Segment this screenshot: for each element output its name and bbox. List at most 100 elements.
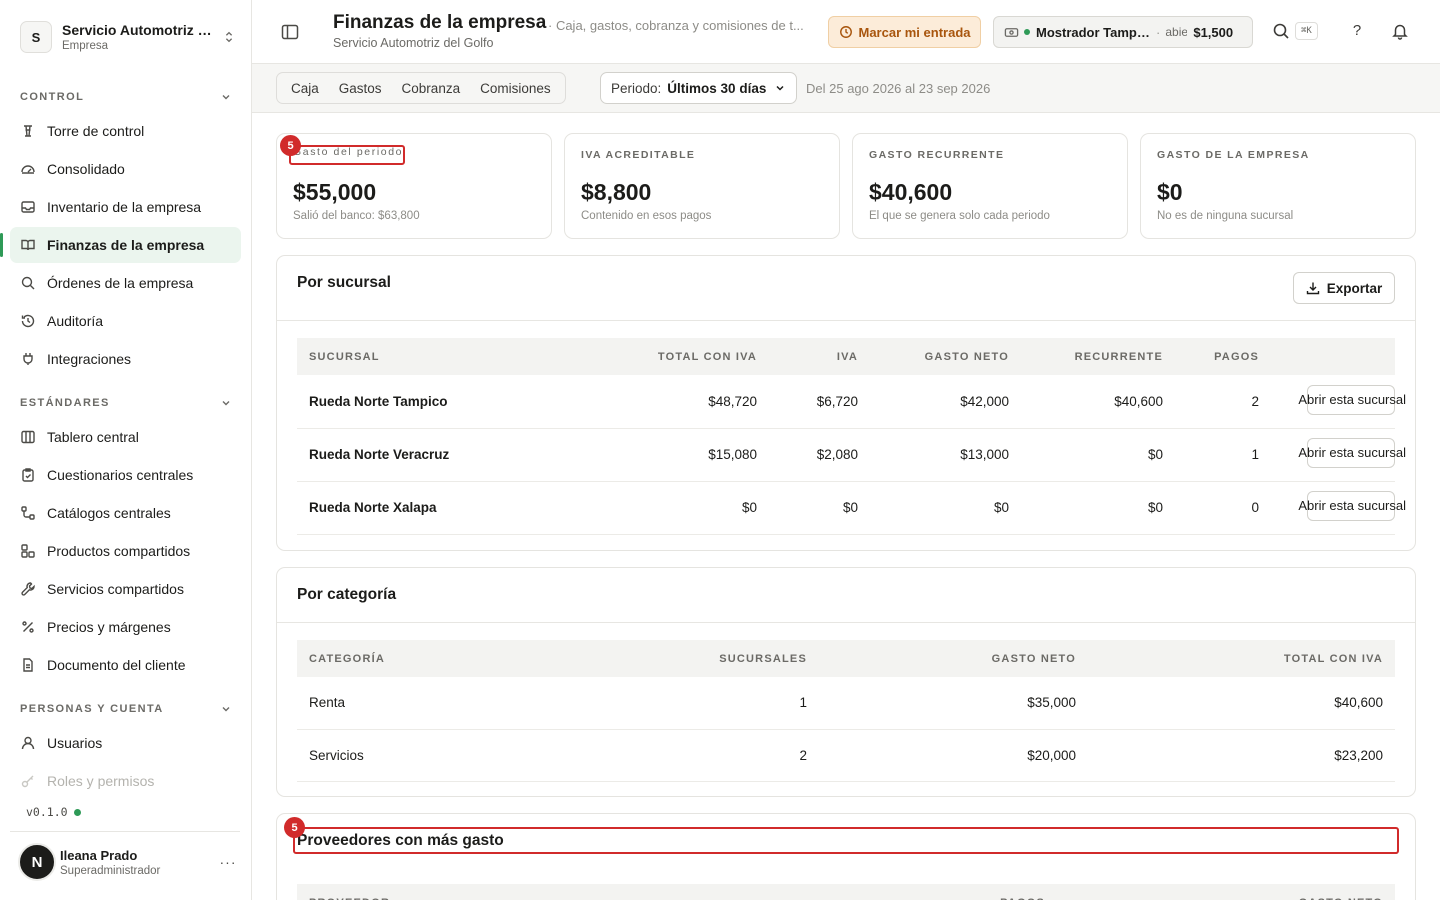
open-branch-button[interactable]: Abrir esta sucursal (1298, 438, 1406, 468)
open-branch-button[interactable]: Abrir esta sucursal (1298, 491, 1406, 521)
help-icon[interactable]: ? (1348, 22, 1366, 40)
table-header: PROVEEDOR PAGOS GASTO NETO (297, 884, 1395, 900)
nav-finanzas[interactable]: Finanzas de la empresa (0, 227, 241, 263)
cell: 0 (1175, 481, 1271, 535)
org-switcher[interactable]: S Servicio Automotriz del Golfo Empresa (20, 20, 236, 54)
document-icon (23, 658, 33, 672)
user-menu[interactable]: N Ileana Prado Superadministrador ··· (18, 842, 240, 882)
column-header: SUCURSALES (719, 652, 807, 665)
nav-label: Productos compartidos (47, 543, 191, 559)
button-label: Abrir esta sucursal (1298, 391, 1406, 407)
chevron-up-down-icon (225, 31, 233, 43)
nav-cuestionarios[interactable]: Cuestionarios centrales (10, 457, 241, 493)
nav-ordenes[interactable]: Órdenes de la empresa (10, 265, 241, 301)
nav-tablero-central[interactable]: Tablero central (10, 419, 241, 455)
divider (10, 831, 240, 832)
column-header: GASTO NETO (1057, 884, 1395, 900)
nav-roles[interactable]: Roles y permisos (10, 763, 241, 799)
cell: $42,000 (870, 375, 1021, 429)
section-control[interactable]: CONTROL (20, 91, 232, 103)
branches-panel: Por sucursal Exportar SUCURSAL TOTAL CON… (276, 255, 1416, 551)
columns-icon (21, 430, 35, 444)
nav-label: Integraciones (47, 351, 132, 367)
cell: $0 (547, 481, 769, 535)
panel-title: Por sucursal (297, 274, 391, 291)
tab-comisiones[interactable]: Comisiones (470, 74, 561, 102)
nav-integraciones[interactable]: Integraciones (10, 341, 241, 377)
nav-usuarios[interactable]: Usuarios (10, 725, 241, 761)
cell: 2 (677, 729, 819, 782)
bell-icon[interactable] (1391, 22, 1409, 40)
suppliers-table: PROVEEDOR PAGOS GASTO NETO (297, 884, 1395, 900)
section-title: ESTÁNDARES (20, 397, 110, 409)
column-header: PAGOS (917, 884, 1057, 900)
column-header: RECURRENTE (1074, 350, 1163, 363)
cell: $40,600 (1088, 677, 1395, 730)
wrench-icon (21, 582, 35, 596)
nav-label: Auditoría (47, 313, 104, 329)
nav-precios[interactable]: Precios y márgenes (10, 609, 241, 645)
cell: Abrir esta sucursal (1271, 481, 1406, 535)
register-amount: $1,500 (1193, 24, 1234, 40)
nav-auditoria[interactable]: Auditoría (10, 303, 241, 339)
nav-inventario[interactable]: Inventario de la empresa (10, 189, 241, 225)
export-button[interactable]: Exportar (1293, 272, 1395, 304)
export-label: Exportar (1326, 280, 1383, 296)
nav-label: Tablero central (47, 429, 139, 445)
page-description: · Caja, gastos, cobranza y comisiones de… (548, 18, 804, 33)
gauge-icon (21, 165, 35, 174)
nav-productos[interactable]: Productos compartidos (10, 533, 241, 569)
checkin-button[interactable]: Marcar mi entrada (828, 16, 981, 48)
nav-servicios[interactable]: Servicios compartidos (10, 571, 241, 607)
nav-consolidado[interactable]: Consolidado (10, 151, 241, 187)
open-branch-button[interactable]: Abrir esta sucursal (1298, 384, 1406, 415)
cash-register-selector[interactable]: Mostrador Tampi... · abie $1,500 (993, 16, 1253, 48)
tab-gastos[interactable]: Gastos (329, 74, 392, 102)
nav-catalogos[interactable]: Catálogos centrales (10, 495, 241, 531)
key-icon (21, 775, 34, 788)
stat-label: GASTO RECURRENTE (869, 149, 1005, 161)
app-version: v0.1.0 (26, 805, 81, 819)
cell: $20,000 (819, 729, 1088, 782)
highlight-box (293, 827, 1399, 854)
user-icon (21, 736, 35, 750)
categories-panel: Por categoría CATEGORÍA SUCURSALES GASTO… (276, 567, 1416, 797)
history-icon (21, 314, 35, 328)
nav-documento[interactable]: Documento del cliente (10, 647, 241, 683)
chevron-down-icon (222, 401, 230, 406)
nav-label: Roles y permisos (47, 773, 155, 789)
tab-cobranza[interactable]: Cobranza (392, 74, 471, 102)
cell: $48,720 (547, 375, 769, 429)
period-select[interactable]: Periodo: Últimos 30 días (600, 72, 798, 104)
highlight-badge: 5 (280, 135, 301, 156)
cell: $40,600 (1021, 375, 1175, 429)
divider (277, 622, 1415, 623)
highlight-badge: 5 (284, 817, 305, 838)
download-icon (1306, 282, 1319, 295)
stat-caption: Salió del banco: $63,800 (293, 210, 420, 222)
stat-caption: Contenido en esos pagos (581, 210, 712, 222)
nav-label: Servicios compartidos (47, 581, 184, 597)
stat-card-iva: IVA ACREDITABLE $8,800 Contenido en esos… (564, 133, 840, 239)
section-title: PERSONAS Y CUENTA (20, 703, 164, 715)
cell: $0 (769, 481, 870, 535)
table-row: Rueda Norte Xalapa $0 $0 $0 $0 0 Abrir e… (297, 481, 1406, 535)
column-header: IVA (836, 350, 858, 363)
version-text: v0.1.0 (26, 805, 68, 819)
more-icon[interactable]: ··· (216, 854, 240, 870)
stat-caption: El que se genera solo cada periodo (869, 210, 1050, 222)
section-estandares[interactable]: ESTÁNDARES (20, 397, 232, 409)
column-header: GASTO NETO (991, 652, 1076, 665)
tab-caja[interactable]: Caja (281, 74, 329, 102)
open-status-dot (1024, 29, 1030, 35)
column-header (1271, 338, 1395, 375)
section-personas[interactable]: PERSONAS Y CUENTA (20, 703, 232, 715)
user-name: Ileana Prado (60, 847, 138, 863)
page-subtitle: Servicio Automotriz del Golfo (333, 36, 494, 50)
plug-icon (23, 353, 33, 365)
branches-table: SUCURSAL TOTAL CON IVA IVA GASTO NETO RE… (297, 338, 1406, 535)
search-icon[interactable] (1272, 22, 1290, 40)
cell: $6,720 (769, 375, 870, 429)
nav-torre-de-control[interactable]: Torre de control (10, 113, 241, 149)
sidebar-toggle-icon[interactable] (280, 22, 300, 42)
